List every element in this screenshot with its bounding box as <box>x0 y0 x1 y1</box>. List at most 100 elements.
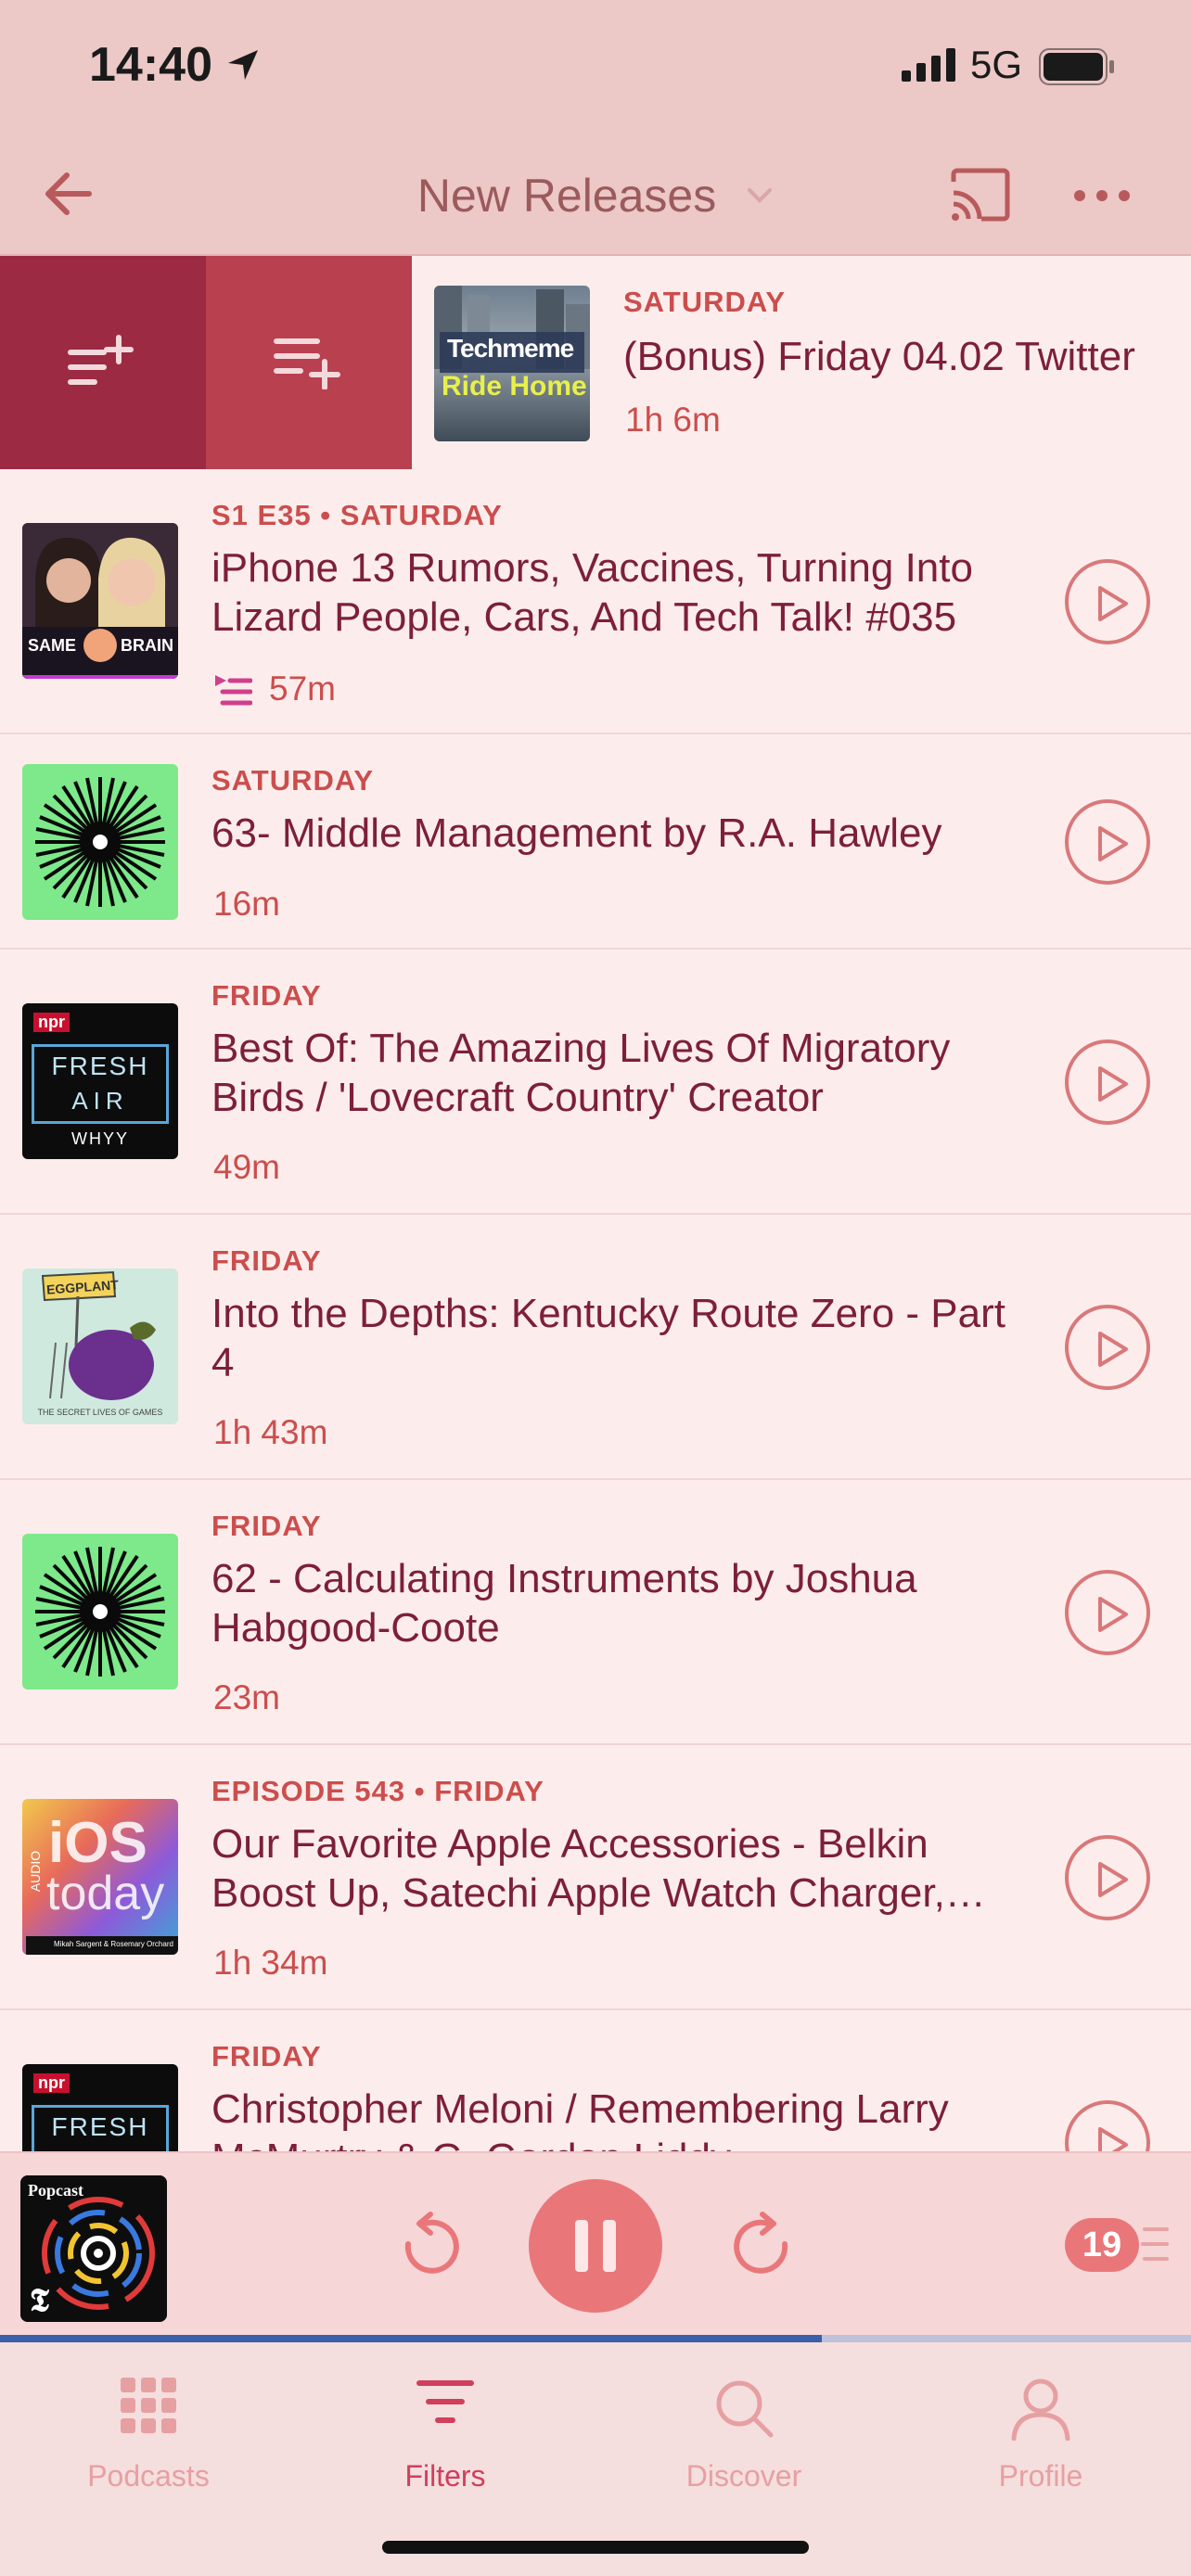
play-button[interactable] <box>1065 559 1150 644</box>
episode-title-line1: Our Favorite Apple Accessories - Belkin <box>211 1821 928 1867</box>
play-button[interactable] <box>1065 799 1150 885</box>
episode-duration: 49m <box>213 1148 280 1186</box>
episode-meta: FRIDAY <box>211 1244 322 1277</box>
artwork-text-line2: AIR <box>71 1087 129 1115</box>
same-brain-artwork: SAME BRAIN <box>22 523 178 679</box>
episode-row[interactable]: AUDIO iOS today Mikah Sargent & Rosemary… <box>0 1745 1191 2010</box>
tab-discover[interactable]: Discover <box>596 2361 892 2493</box>
eggplant-artwork: EGGPLANT THE SECRET LIVES OF GAMES <box>22 1269 178 1424</box>
nav-bar: New Releases <box>0 139 1191 256</box>
fresh-air-artwork: npr FRESH <box>22 2064 178 2151</box>
artwork-text-line1: FRESH <box>51 2112 149 2141</box>
artwork-text-right: BRAIN <box>121 636 173 655</box>
up-next-list-icon[interactable] <box>1141 2224 1169 2264</box>
skip-forward-icon[interactable] <box>731 2211 796 2281</box>
cellular-signal-icon <box>902 48 955 82</box>
episode-meta: FRIDAY <box>211 979 322 1012</box>
search-icon <box>716 2380 774 2438</box>
episode-row[interactable]: npr FRESH FRIDAY Christopher Meloni / Re… <box>0 2010 1191 2151</box>
tab-label: Podcasts <box>87 2459 210 2493</box>
page-title: New Releases <box>416 169 717 222</box>
profile-icon <box>1011 2378 1070 2441</box>
skip-back-icon[interactable] <box>397 2211 462 2281</box>
play-button[interactable] <box>1065 2100 1150 2151</box>
episode-title: Into the Depths: Kentucky Route Zero - P… <box>211 1291 1005 1385</box>
playback-progress-fill <box>0 2335 822 2342</box>
episode-duration: 23m <box>213 1678 280 1716</box>
play-last-button[interactable] <box>206 256 412 469</box>
episode-duration: 1h 6m <box>625 401 721 439</box>
home-indicator[interactable] <box>382 2541 809 2554</box>
artwork-text-line2: Ride Home <box>442 371 587 402</box>
playback-progress-bar <box>0 2335 1191 2342</box>
episode-meta: FRIDAY <box>211 2040 322 2072</box>
pause-button[interactable] <box>529 2179 662 2313</box>
swiped-episode-content[interactable]: Techmeme Ride Home SATURDAY (Bonus) Frid… <box>412 256 1191 469</box>
artwork-caption: THE SECRET LIVES OF GAMES <box>37 1408 163 1417</box>
sunburst-icon <box>35 1547 165 1677</box>
fresh-air-artwork: npr FRESH AIR WHYY <box>22 1003 178 1159</box>
episode-row[interactable]: npr FRESH AIR WHYY FRIDAY Best Of: The A… <box>0 950 1191 1215</box>
play-icon <box>1098 586 1128 621</box>
city-skyline-image <box>434 286 590 373</box>
episode-row[interactable]: SAME BRAIN S1 E35 • SATURDAY iPhone 13 R… <box>0 469 1191 734</box>
play-button[interactable] <box>1065 1570 1150 1655</box>
artwork-text-side: AUDIO <box>28 1850 44 1893</box>
episode-duration: 1h 43m <box>213 1413 328 1451</box>
swiped-episode-row[interactable]: Techmeme Ride Home SATURDAY (Bonus) Frid… <box>0 256 1191 469</box>
play-button[interactable] <box>1065 1835 1150 1920</box>
episode-title-line2: Boost Up, Satechi Apple Watch Charger,… <box>211 1870 986 1916</box>
sunburst-artwork <box>22 764 178 920</box>
episode-meta: S1 E35 • SATURDAY <box>211 499 503 531</box>
play-icon <box>1098 1862 1128 1897</box>
artwork-text-left: SAME <box>28 636 77 655</box>
episode-title: 63- Middle Management by R.A. Hawley <box>211 810 942 856</box>
npr-logo: npr <box>33 1013 70 1032</box>
play-next-button[interactable] <box>0 256 206 469</box>
network-type: 5G <box>970 43 1023 86</box>
tab-profile[interactable]: Profile <box>892 2361 1189 2493</box>
episode-row[interactable]: SATURDAY 63- Middle Management by R.A. H… <box>0 734 1191 950</box>
episode-title: 62 - Calculating Instruments by Joshua H… <box>211 1556 917 1651</box>
episode-duration-line: 57m <box>213 670 336 708</box>
episode-meta: EPISODE 543 • FRIDAY <box>211 1775 544 1807</box>
episode-meta: SATURDAY <box>623 286 787 318</box>
pause-icon <box>575 2220 616 2272</box>
add-to-queue-bottom-icon <box>274 338 340 389</box>
episode-title: iPhone 13 Rumors, Vaccines, Turning Into… <box>211 545 973 640</box>
episode-row[interactable]: FRIDAY 62 - Calculating Instruments by J… <box>0 1480 1191 1745</box>
now-playing-artwork[interactable]: 𝕿 Popcast <box>20 2175 167 2322</box>
play-button[interactable] <box>1065 1305 1150 1390</box>
status-time: 14:40 <box>89 38 212 92</box>
npr-logo: npr <box>33 2073 70 2093</box>
more-options-icon[interactable] <box>1072 172 1132 219</box>
status-bar: 14:40 5G <box>0 0 1191 139</box>
play-icon <box>1098 2127 1128 2151</box>
episode-title: Christopher Meloni / Remembering Larry M… <box>211 2086 949 2151</box>
play-icon <box>1098 1597 1128 1632</box>
battery-icon <box>1039 48 1114 85</box>
ios-today-artwork: AUDIO iOS today Mikah Sargent & Rosemary… <box>22 1799 178 1955</box>
mini-player[interactable]: 𝕿 Popcast 19 <box>0 2151 1191 2337</box>
play-icon <box>1098 1332 1128 1367</box>
artwork-credit: Mikah Sargent & Rosemary Orchard <box>26 1936 178 1955</box>
episode-list[interactable]: Techmeme Ride Home SATURDAY (Bonus) Frid… <box>0 256 1191 2151</box>
tab-filters[interactable]: Filters <box>297 2361 594 2493</box>
up-next-count-badge[interactable]: 19 <box>1065 2218 1139 2272</box>
tab-podcasts[interactable]: Podcasts <box>0 2361 297 2493</box>
svg-text:𝕿: 𝕿 <box>30 2284 49 2318</box>
artwork-text-line3: WHYY <box>71 1129 129 1148</box>
cast-icon[interactable] <box>946 161 1013 228</box>
grid-icon <box>121 2378 176 2433</box>
artwork-text-line1: Techmeme <box>447 334 574 363</box>
episode-meta: FRIDAY <box>211 1510 322 1542</box>
episode-duration: 1h 34m <box>213 1944 328 1982</box>
queued-icon <box>215 675 252 706</box>
tab-label: Discover <box>685 2459 802 2493</box>
chevron-down-icon <box>748 187 773 203</box>
episode-row[interactable]: EGGPLANT THE SECRET LIVES OF GAMES FRIDA… <box>0 1215 1191 1480</box>
tab-label: Filters <box>404 2459 486 2493</box>
play-button[interactable] <box>1065 1039 1150 1125</box>
artwork-text-line2: today <box>46 1867 165 1920</box>
sunburst-icon <box>35 777 165 907</box>
